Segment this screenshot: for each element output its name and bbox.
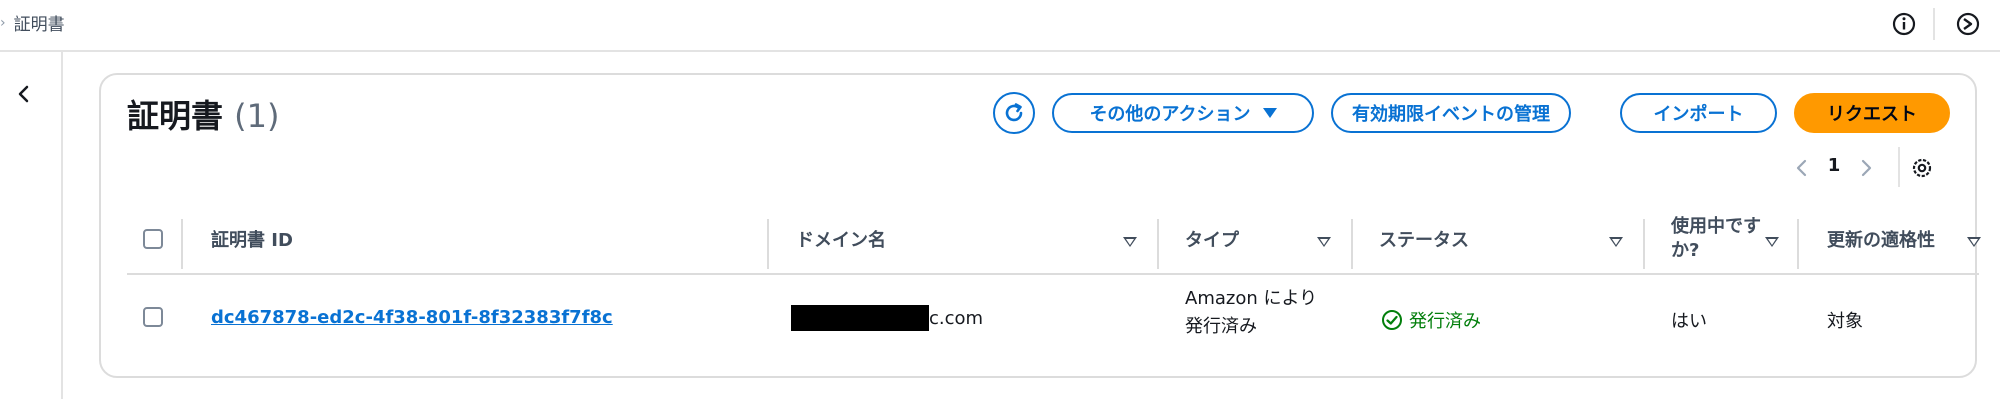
side-navigation (0, 52, 63, 399)
column-header-status[interactable]: ステータス (1379, 207, 1469, 271)
type-cell: Amazon により 発行済み (1185, 285, 1317, 341)
column-separator (1643, 219, 1645, 269)
import-button[interactable]: インポート (1620, 93, 1777, 133)
column-separator (181, 219, 183, 269)
previous-page-icon[interactable] (1791, 157, 1813, 179)
column-header-type[interactable]: タイプ (1185, 207, 1239, 271)
certificates-table-container: 証明書 (1) その他のアクション 有効期限イベントの管理 インポート リクエス… (99, 73, 1981, 378)
sort-icon[interactable] (1765, 237, 1779, 247)
column-header-certificate-id[interactable]: 証明書 ID (211, 207, 293, 271)
collapse-chevron-icon[interactable] (12, 82, 36, 106)
certificate-count: (1) (234, 97, 280, 135)
column-header-renewal-eligibility[interactable]: 更新の適格性 (1827, 207, 1935, 271)
refresh-button[interactable] (993, 92, 1035, 134)
status-text: 発行済み (1409, 311, 1481, 332)
breadcrumb-current: 証明書 (13, 15, 65, 35)
in-use-cell: はい (1671, 311, 1707, 332)
request-label: リクエスト (1827, 104, 1917, 125)
top-divider (1933, 8, 1935, 40)
pagination-divider (1898, 147, 1900, 187)
breadcrumb-separator-icon: › (0, 14, 6, 31)
more-actions-dropdown[interactable]: その他のアクション (1052, 93, 1314, 133)
table-row: dc467878-ed2c-4f38-801f-8f32383f7f8c c.c… (127, 275, 1979, 361)
redacted-block (791, 305, 929, 331)
type-line-2: 発行済み (1185, 316, 1257, 337)
success-check-icon (1382, 310, 1402, 330)
page-title: 証明書 (1) (127, 91, 279, 137)
request-button[interactable]: リクエスト (1794, 93, 1950, 133)
column-header-in-use[interactable]: 使用中ですか? (1671, 207, 1771, 271)
next-page-icon[interactable] (1855, 157, 1877, 179)
type-line-1: Amazon により (1185, 288, 1318, 309)
shortcut-icon[interactable] (1954, 10, 1982, 38)
manage-expiry-events-label: 有効期限イベントの管理 (1352, 104, 1550, 125)
sort-icon[interactable] (1123, 237, 1137, 247)
current-page-number[interactable]: 1 (1823, 155, 1845, 176)
certificate-id-link[interactable]: dc467878-ed2c-4f38-801f-8f32383f7f8c (211, 307, 613, 328)
select-all-checkbox[interactable] (143, 229, 163, 249)
top-bar: › 証明書 (0, 0, 2000, 52)
renewal-eligibility-cell: 対象 (1827, 311, 1863, 332)
page-title-text: 証明書 (127, 97, 224, 135)
sort-icon[interactable] (1967, 237, 1981, 247)
domain-name-cell: c.com (791, 305, 983, 331)
sort-icon[interactable] (1609, 237, 1623, 247)
table-header: 証明書 ID ドメイン名 タイプ ステータス 使用中ですか? 更新の適格性 (127, 207, 1981, 275)
settings-gear-icon[interactable] (1909, 155, 1935, 181)
column-separator (1797, 219, 1799, 269)
refresh-icon (1005, 103, 1023, 122)
sort-icon[interactable] (1317, 237, 1331, 247)
certificate-id-text[interactable]: dc467878-ed2c-4f38-801f-8f32383f7f8c (211, 307, 613, 328)
info-icon[interactable] (1890, 10, 1918, 38)
more-actions-label: その他のアクション (1089, 104, 1251, 125)
column-header-domain-name[interactable]: ドメイン名 (796, 207, 886, 271)
row-select-checkbox[interactable] (143, 307, 163, 327)
breadcrumb: › 証明書 (0, 10, 65, 36)
manage-expiry-events-button[interactable]: 有効期限イベントの管理 (1331, 93, 1571, 133)
column-separator (767, 219, 769, 269)
status-badge: 発行済み (1381, 307, 1481, 333)
column-separator (1157, 219, 1159, 269)
import-label: インポート (1653, 104, 1744, 125)
domain-name-suffix: c.com (929, 307, 984, 329)
column-separator (1351, 219, 1353, 269)
caret-down-icon (1262, 108, 1277, 118)
